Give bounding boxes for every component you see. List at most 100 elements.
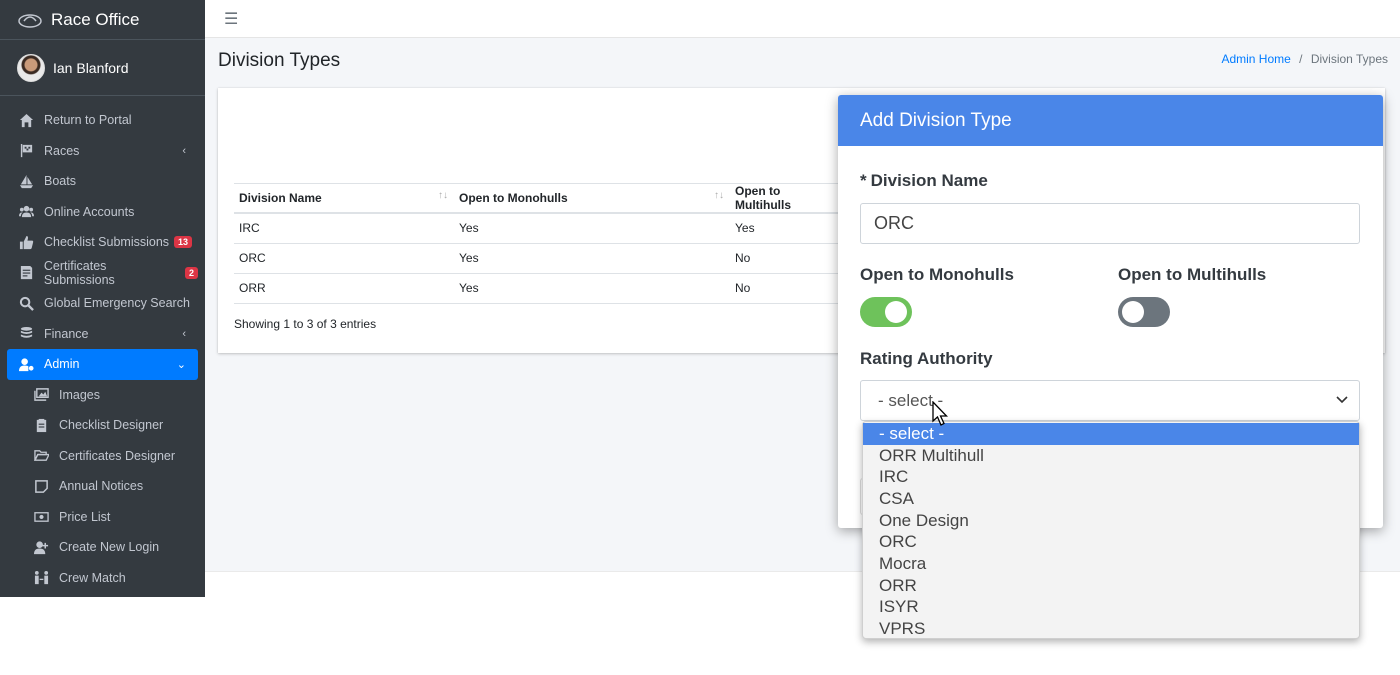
sidebar-item-label: Certificates Submissions <box>43 258 115 287</box>
user-plus-icon <box>33 540 50 555</box>
required-mark: * <box>860 171 867 190</box>
column-header-open-to-monohulls[interactable]: Open to Monohulls ↑↓ <box>454 183 730 214</box>
table-row[interactable]: ORR Yes No <box>234 273 840 304</box>
option-isyr[interactable]: ISYR <box>863 597 1359 619</box>
images-icon <box>33 387 50 402</box>
open-to-multihulls-label: Open to Multihulls <box>1118 265 1267 284</box>
chevron-down-icon <box>1336 396 1348 404</box>
option-orr-multihull[interactable]: ORR Multihull <box>863 445 1359 467</box>
hamburger-icon[interactable]: ☰ <box>224 9 238 29</box>
sailboat-icon <box>18 174 35 189</box>
division-types-table: Division Name ↑↓ Open to Monohulls ↑↓ Open… <box>234 183 840 304</box>
thumbs-up-icon <box>18 235 35 250</box>
chevron-left-icon: ‹ <box>182 144 186 157</box>
breadcrumb-admin-home-link[interactable]: Admin Home <box>1221 52 1290 66</box>
cell-monohulls: Yes <box>454 273 730 304</box>
cell-multihulls: Yes <box>730 213 840 244</box>
option-irc[interactable]: IRC <box>863 466 1359 488</box>
breadcrumb: Admin Home / Division Types <box>1221 52 1388 66</box>
toggle-knob <box>885 301 907 323</box>
sidebar-item-label: Certificates Designer <box>59 448 176 463</box>
avatar <box>17 53 45 82</box>
chevron-left-icon: ‹ <box>182 327 186 340</box>
sidebar-item-certificates-designer[interactable]: Certificates Designer <box>7 441 198 472</box>
sidebar-item-label: Global Emergency Search <box>44 296 190 311</box>
sticky-note-icon <box>33 479 50 494</box>
sidebar-item-online-accounts[interactable]: Online Accounts <box>7 197 198 228</box>
sidebar-item-admin[interactable]: Admin ⌄ <box>7 349 198 380</box>
brand[interactable]: Race Office <box>0 0 205 40</box>
option-csa[interactable]: CSA <box>863 488 1359 510</box>
sidebar: Race Office Ian Blanford Return to Porta… <box>0 0 205 597</box>
sidebar-item-label: Admin <box>44 357 80 372</box>
division-name-input[interactable]: ORC <box>860 203 1360 244</box>
sidebar-item-certificates-submissions[interactable]: Certificates Submissions 2 <box>7 258 198 289</box>
sidebar-item-races[interactable]: Races ‹ <box>7 136 198 167</box>
cell-division-name: ORC <box>234 243 454 274</box>
cell-division-name: IRC <box>234 213 454 244</box>
race-office-logo-icon <box>18 13 42 28</box>
option-mocra[interactable]: Mocra <box>863 553 1359 575</box>
sidebar-item-global-emergency-search[interactable]: Global Emergency Search <box>7 288 198 319</box>
column-header-open-to-multihulls[interactable]: Open to Multihulls <box>730 183 840 214</box>
clipboard-icon <box>33 418 50 433</box>
coins-icon <box>18 326 35 341</box>
people-arrows-icon <box>33 570 50 585</box>
cell-multihulls: No <box>730 273 840 304</box>
sidebar-item-annual-notices[interactable]: Annual Notices <box>7 471 198 502</box>
option-one-design[interactable]: One Design <box>863 510 1359 532</box>
multihulls-toggle[interactable] <box>1118 297 1170 327</box>
modal-title: Add Division Type <box>860 109 1012 131</box>
home-icon <box>18 113 35 128</box>
modal-header: Add Division Type <box>838 95 1383 146</box>
sidebar-item-label: Checklist Designer <box>59 418 164 433</box>
table-info: Showing 1 to 3 of 3 entries <box>234 317 377 331</box>
money-bill-icon <box>33 509 50 524</box>
open-to-monohulls-label: Open to Monohulls <box>860 265 1014 284</box>
sidebar-item-label: Races <box>44 143 80 158</box>
sidebar-item-images[interactable]: Images <box>7 380 198 411</box>
top-navbar: ☰ <box>205 0 1400 38</box>
cell-division-name: ORR <box>234 273 454 304</box>
breadcrumb-separator: / <box>1299 52 1303 66</box>
rating-authority-label: Rating Authority <box>860 349 993 368</box>
option-vprs[interactable]: VPRS <box>863 618 1359 640</box>
certificate-icon <box>18 265 35 280</box>
brand-title: Race Office <box>51 9 140 29</box>
toggle-knob <box>1122 301 1144 323</box>
certificates-count-badge: 2 <box>184 266 198 279</box>
sidebar-item-finance[interactable]: Finance ‹ <box>7 319 198 350</box>
sidebar-item-checklist-designer[interactable]: Checklist Designer <box>7 410 198 441</box>
sidebar-item-boats[interactable]: Boats <box>7 166 198 197</box>
sidebar-item-label: Checklist Submissions <box>44 235 170 250</box>
cell-monohulls: Yes <box>454 243 730 274</box>
page-title: Division Types <box>218 50 341 71</box>
sidebar-nav: Return to Portal Races ‹ Boats Online Ac… <box>0 96 205 593</box>
sidebar-item-label: Boats <box>44 174 76 189</box>
search-icon <box>18 296 35 311</box>
table-row[interactable]: ORC Yes No <box>234 243 840 274</box>
breadcrumb-current: Division Types <box>1310 52 1388 66</box>
sidebar-item-return-to-portal[interactable]: Return to Portal <box>7 105 198 136</box>
rating-authority-options: - select - ORR Multihull IRC CSA One Des… <box>862 421 1360 639</box>
table-header-row: Division Name ↑↓ Open to Monohulls ↑↓ Open… <box>234 183 840 214</box>
sidebar-item-label: Online Accounts <box>44 204 135 219</box>
option-orr[interactable]: ORR <box>863 575 1359 597</box>
option-orc[interactable]: ORC <box>863 531 1359 553</box>
sidebar-item-price-list[interactable]: Price List <box>7 502 198 533</box>
sort-icon: ↑↓ <box>438 190 448 201</box>
chevron-down-icon: ⌄ <box>176 358 186 371</box>
sidebar-item-checklist-submissions[interactable]: Checklist Submissions 13 <box>7 227 198 258</box>
column-header-division-name[interactable]: Division Name ↑↓ <box>234 183 454 214</box>
table-row[interactable]: IRC Yes Yes <box>234 213 840 244</box>
sidebar-item-label: Price List <box>59 509 111 524</box>
sidebar-item-crew-match[interactable]: Crew Match <box>7 563 198 594</box>
sidebar-item-label: Annual Notices <box>59 479 144 494</box>
users-icon <box>18 204 35 219</box>
user-panel[interactable]: Ian Blanford <box>0 40 205 96</box>
sidebar-item-label: Create New Login <box>59 540 160 555</box>
division-name-label: * Division Name <box>860 171 988 190</box>
flag-checkered-icon <box>18 143 35 158</box>
sidebar-item-create-new-login[interactable]: Create New Login <box>7 532 198 563</box>
monohulls-toggle[interactable] <box>860 297 912 327</box>
